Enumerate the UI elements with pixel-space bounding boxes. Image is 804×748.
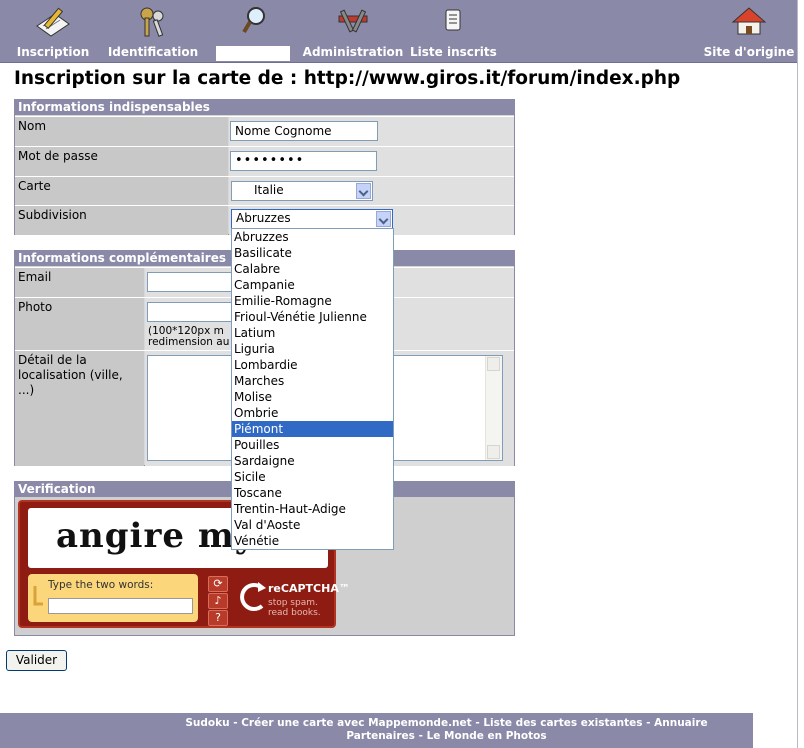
dropdown-option[interactable]: Campanie xyxy=(232,277,393,293)
dropdown-option[interactable]: Molise xyxy=(232,389,393,405)
nav-identification[interactable]: Identification xyxy=(104,0,202,62)
footer-links[interactable]: Partenaires - Le Monde en Photos xyxy=(140,730,753,743)
nom-cell: Nome Cognome xyxy=(229,117,514,146)
refresh-icon[interactable]: ⟳ xyxy=(208,576,228,592)
dropdown-option[interactable]: Val d'Aoste xyxy=(232,517,393,533)
dropdown-option[interactable]: Latium xyxy=(232,325,393,341)
dropdown-option[interactable]: Basilicate xyxy=(232,245,393,261)
pen-paper-icon xyxy=(36,7,70,37)
keys-icon xyxy=(140,7,164,37)
top-navigation: Inscription Identification Administratio… xyxy=(0,0,797,63)
audio-icon[interactable]: ♪ xyxy=(208,593,228,609)
captcha-prompt: Type the two words: xyxy=(48,579,154,591)
password-input[interactable]: •••••••• xyxy=(230,151,377,171)
nav-label: Inscription xyxy=(16,45,90,59)
carte-cell: Italie xyxy=(229,177,514,205)
textarea-scrollbar[interactable] xyxy=(485,356,502,460)
dropdown-option[interactable]: Trentin-Haut-Adige xyxy=(232,501,393,517)
nav-label: Identification xyxy=(107,45,199,59)
captcha-words: angire my xyxy=(56,516,256,556)
nom-label: Nom xyxy=(15,117,228,146)
nav-liste-inscrits[interactable]: Liste inscrits xyxy=(410,0,497,62)
help-icon[interactable]: ? xyxy=(208,610,228,626)
dropdown-option[interactable]: Emilie-Romagne xyxy=(232,293,393,309)
dropdown-option[interactable]: Piémont xyxy=(232,421,393,437)
recaptcha-tagline: stop spam. xyxy=(268,598,318,608)
recaptcha-arrow-icon xyxy=(240,582,266,611)
list-icon xyxy=(445,9,461,31)
tools-icon xyxy=(338,9,368,33)
detail-label: Détail de la localisation (ville, ...) xyxy=(15,351,144,466)
dropdown-option[interactable]: Lombardie xyxy=(232,357,393,373)
password-cell: •••••••• xyxy=(229,147,514,176)
captcha-input[interactable] xyxy=(48,598,193,614)
photo-note: redimension au xyxy=(148,336,230,348)
email-label: Email xyxy=(15,268,144,297)
recaptcha-logo: reCAPTCHA™ stop spam. read books. xyxy=(238,578,350,622)
recaptcha-brand: reCAPTCHA™ xyxy=(268,582,350,595)
arrow-icon xyxy=(33,586,43,606)
magnifier-icon xyxy=(242,7,265,34)
chevron-down-icon[interactable] xyxy=(376,211,391,227)
dropdown-option[interactable]: Ombrie xyxy=(232,405,393,421)
subdivision-dropdown-list[interactable]: Abruzzes Basilicate Calabre Campanie Emilie-… xyxy=(231,228,394,550)
carte-select-value: Italie xyxy=(254,183,284,197)
window-edge xyxy=(797,0,804,748)
dropdown-option[interactable]: Sicile xyxy=(232,469,393,485)
scroll-down-icon[interactable] xyxy=(487,445,500,459)
carte-select[interactable]: Italie xyxy=(231,181,373,201)
photo-label: Photo xyxy=(15,298,144,350)
nav-label: Site d'origine xyxy=(703,45,795,59)
subdivision-select[interactable]: Abruzzes xyxy=(231,209,393,229)
dropdown-option[interactable]: Vénétie xyxy=(232,533,393,549)
nom-input[interactable]: Nome Cognome xyxy=(230,121,378,141)
dropdown-option[interactable]: Pouilles xyxy=(232,437,393,453)
dropdown-option[interactable]: Toscane xyxy=(232,485,393,501)
nav-administration[interactable]: Administration xyxy=(302,0,404,62)
row-nom: Nom Nome Cognome xyxy=(15,116,514,146)
carte-label: Carte xyxy=(15,177,228,205)
home-icon xyxy=(731,7,767,35)
submit-button[interactable]: Valider xyxy=(6,650,67,671)
dropdown-option[interactable]: Calabre xyxy=(232,261,393,277)
password-label: Mot de passe xyxy=(15,147,228,176)
captcha-input-box: Type the two words: xyxy=(28,574,198,622)
page-title: Inscription sur la carte de : http://www… xyxy=(14,68,681,89)
row-password: Mot de passe •••••••• xyxy=(15,146,514,176)
dropdown-option[interactable]: Marches xyxy=(232,373,393,389)
dropdown-option[interactable]: Liguria xyxy=(232,341,393,357)
row-carte: Carte Italie xyxy=(15,176,514,205)
section-title: Informations indispensables xyxy=(15,100,514,115)
nav-label: Liste inscrits xyxy=(410,45,497,59)
nav-blank-field xyxy=(216,46,290,61)
footer: Sudoku - Créer une carte avec Mappemonde… xyxy=(0,713,753,748)
dropdown-option[interactable]: Abruzzes xyxy=(232,229,393,245)
nav-inscription[interactable]: Inscription xyxy=(12,0,94,62)
footer-links[interactable]: Sudoku - Créer une carte avec Mappemonde… xyxy=(140,717,753,730)
nav-label: Administration xyxy=(302,45,404,59)
dropdown-option[interactable]: Sardaigne xyxy=(232,453,393,469)
subdivision-select-value: Abruzzes xyxy=(236,211,291,225)
chevron-down-icon[interactable] xyxy=(356,183,371,199)
scroll-up-icon[interactable] xyxy=(487,357,500,371)
dropdown-option[interactable]: Frioul-Vénétie Julienne xyxy=(232,309,393,325)
subdivision-label: Subdivision xyxy=(15,206,228,235)
section-required-info: Informations indispensables Nom Nome Cog… xyxy=(14,99,515,235)
recaptcha-tagline: read books. xyxy=(268,608,321,618)
nav-site-origine[interactable]: Site d'origine xyxy=(702,0,796,62)
